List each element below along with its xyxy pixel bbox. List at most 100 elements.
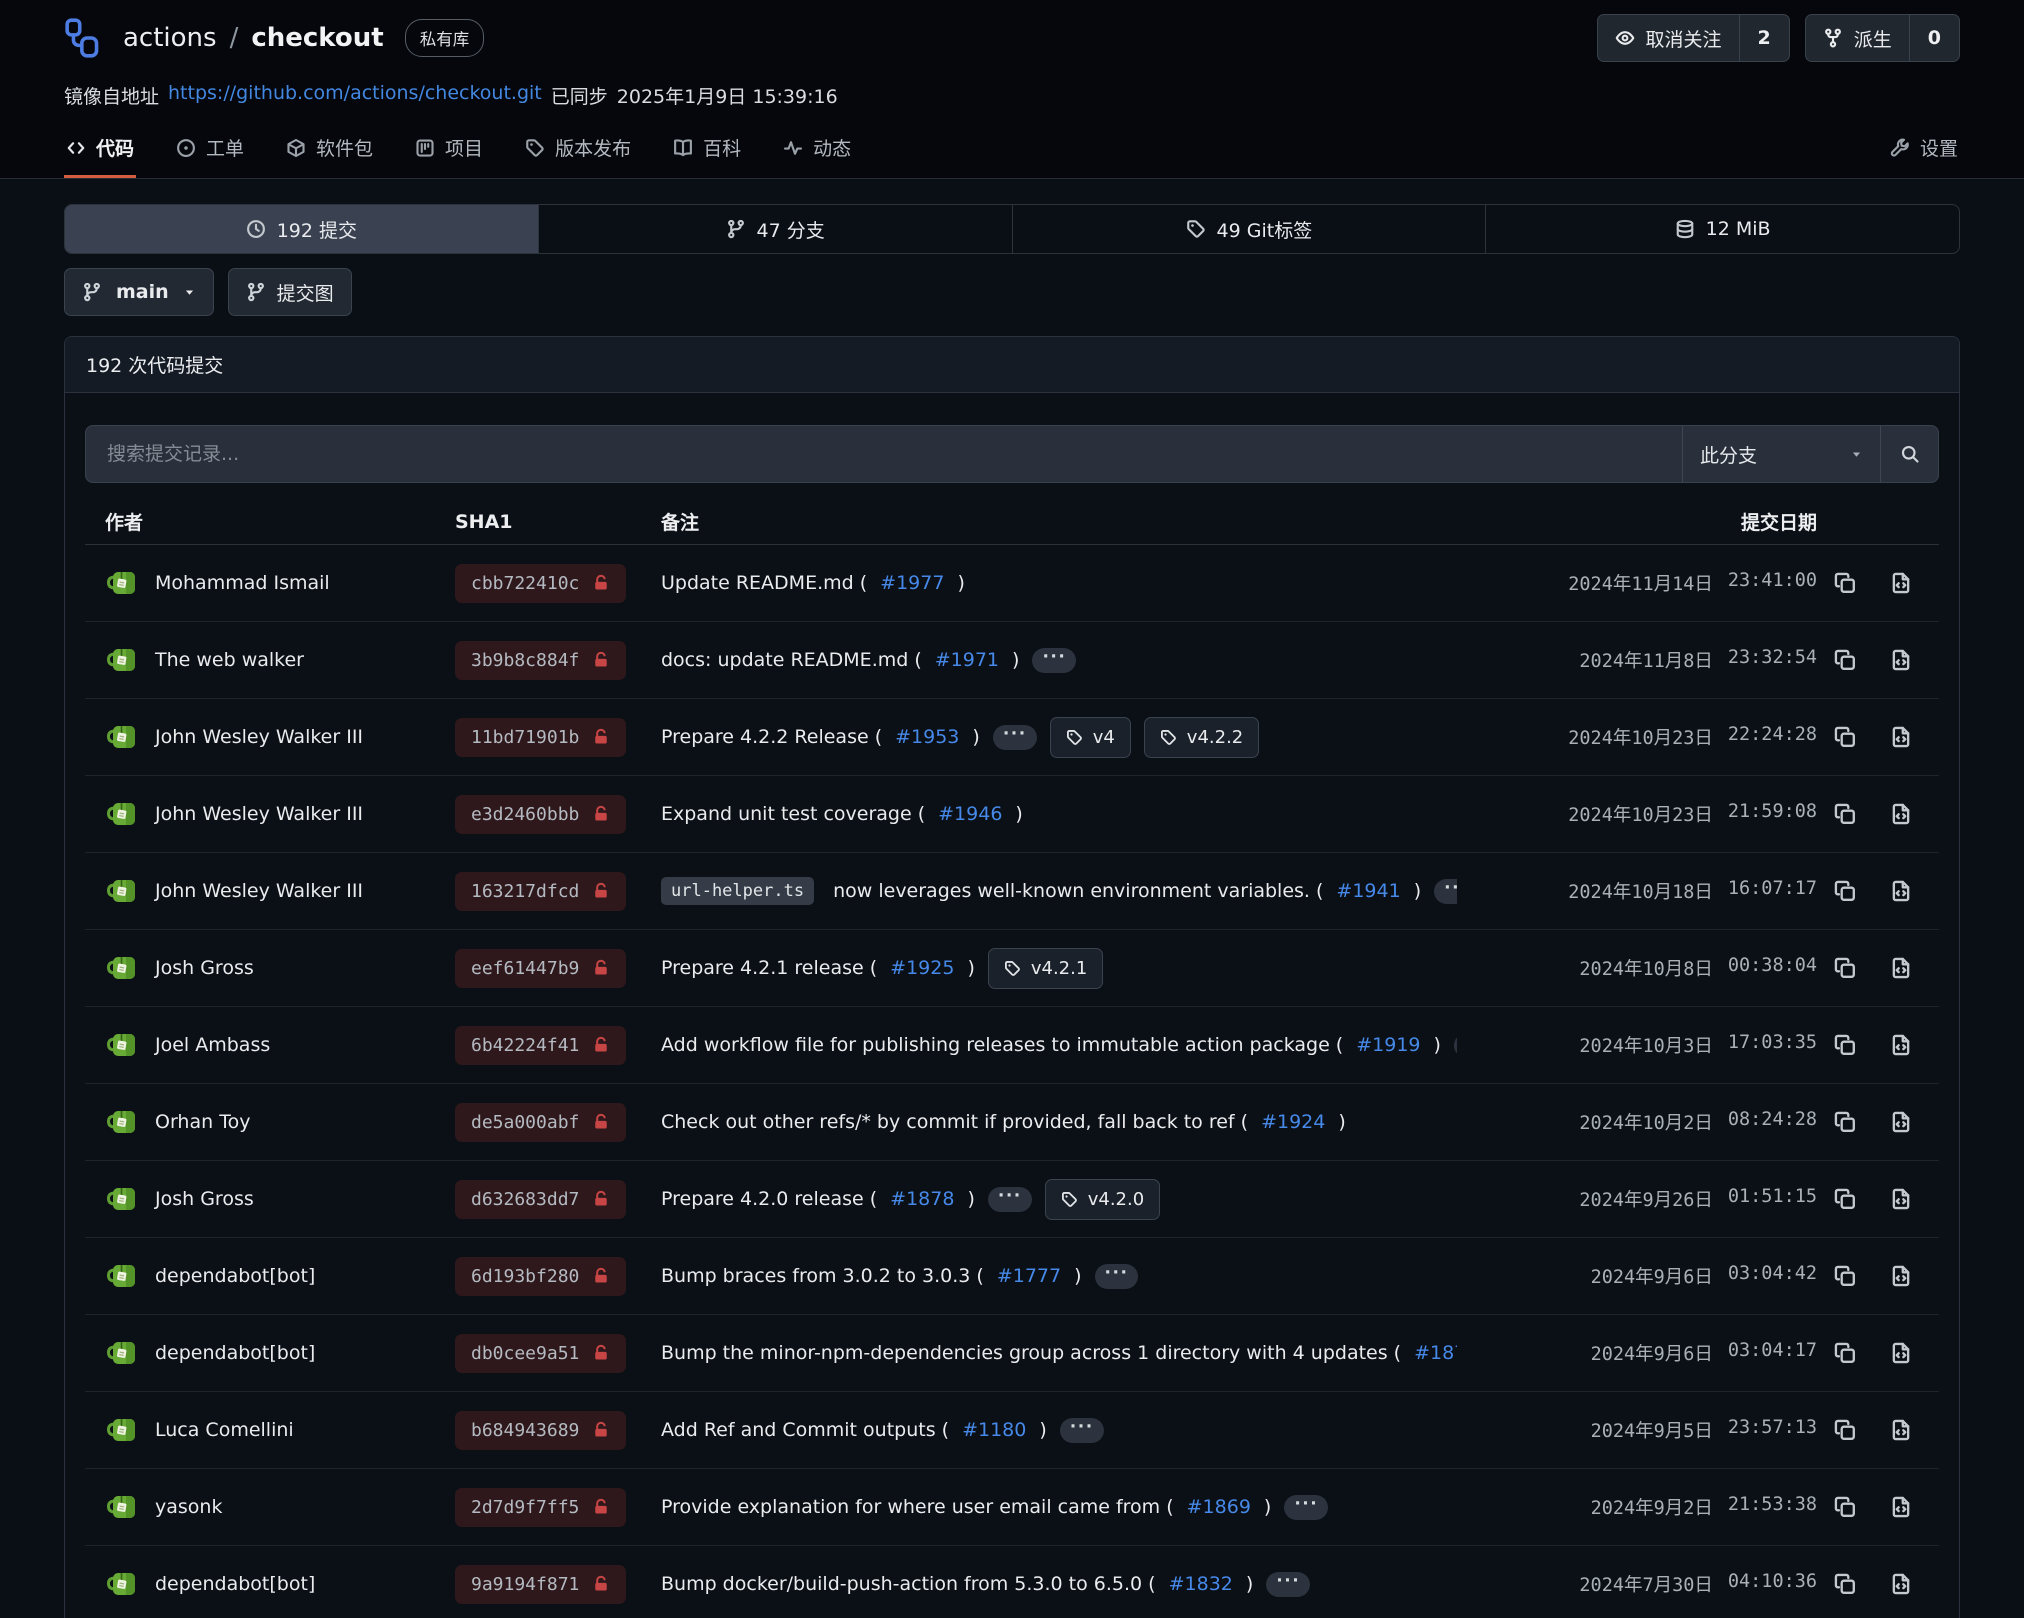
- expand-commit-button[interactable]: ···: [1032, 648, 1076, 673]
- expand-commit-button[interactable]: ···: [1434, 879, 1457, 904]
- issue-link[interactable]: #1878: [890, 1188, 954, 1210]
- issue-link[interactable]: #1869: [1187, 1496, 1251, 1518]
- site-logo-icon[interactable]: [64, 17, 100, 59]
- copy-sha-button[interactable]: [1834, 1265, 1856, 1287]
- commit-sha-link[interactable]: 2d7d9f7ff5: [455, 1488, 626, 1527]
- expand-commit-button[interactable]: ···: [1060, 1418, 1104, 1443]
- browse-source-button[interactable]: [1890, 1265, 1912, 1287]
- browse-source-button[interactable]: [1890, 880, 1912, 902]
- browse-source-button[interactable]: [1890, 1419, 1912, 1441]
- commit-search-input[interactable]: [86, 426, 1682, 482]
- tab-settings[interactable]: 设置: [1888, 119, 1960, 178]
- mirror-url-link[interactable]: https://github.com/actions/checkout.git: [168, 82, 542, 109]
- expand-commit-button[interactable]: ···: [993, 725, 1037, 750]
- repo-name-link[interactable]: checkout: [251, 23, 383, 53]
- browse-source-button[interactable]: [1890, 957, 1912, 979]
- browse-source-button[interactable]: [1890, 1573, 1912, 1595]
- watchers-count[interactable]: 2: [1739, 15, 1789, 61]
- tab-activity[interactable]: 动态: [781, 119, 853, 178]
- browse-source-button[interactable]: [1890, 1188, 1912, 1210]
- expand-commit-button[interactable]: ···: [1095, 1264, 1139, 1289]
- commit-sha-link[interactable]: 11bd71901b: [455, 718, 626, 757]
- copy-icon: [1834, 1034, 1856, 1056]
- copy-sha-button[interactable]: [1834, 1342, 1856, 1364]
- branch-scope-select[interactable]: 此分支: [1682, 426, 1880, 482]
- issue-link[interactable]: #1946: [938, 803, 1002, 825]
- browse-source-button[interactable]: [1890, 1342, 1912, 1364]
- issue-link[interactable]: #1953: [895, 726, 959, 748]
- copy-sha-button[interactable]: [1834, 1188, 1856, 1210]
- commit-sha-link[interactable]: 6b42224f41: [455, 1026, 626, 1065]
- browse-source-button[interactable]: [1890, 803, 1912, 825]
- commit-sha-link[interactable]: de5a000abf: [455, 1103, 626, 1142]
- commits-panel-title: 192 次代码提交: [65, 337, 1959, 393]
- tab-code[interactable]: 代码: [64, 119, 136, 178]
- issue-link[interactable]: #1872: [1414, 1342, 1457, 1364]
- commit-sha-link[interactable]: b684943689: [455, 1411, 626, 1450]
- issue-link[interactable]: #1832: [1169, 1573, 1233, 1595]
- search-button[interactable]: [1880, 426, 1938, 482]
- commit-sha-link[interactable]: cbb722410c: [455, 564, 626, 603]
- issue-link[interactable]: #1924: [1261, 1111, 1325, 1133]
- tab-wiki[interactable]: 百科: [671, 119, 743, 178]
- issue-link[interactable]: #1971: [935, 649, 999, 671]
- commit-sha-link[interactable]: 3b9b8c884f: [455, 641, 626, 680]
- copy-sha-button[interactable]: [1834, 1419, 1856, 1441]
- copy-sha-button[interactable]: [1834, 1496, 1856, 1518]
- expand-commit-button[interactable]: ···: [988, 1187, 1032, 1212]
- copy-sha-button[interactable]: [1834, 1034, 1856, 1056]
- stat-branches[interactable]: 47 分支: [538, 205, 1012, 253]
- issue-link[interactable]: #1919: [1356, 1034, 1420, 1056]
- expand-commit-button[interactable]: ···: [1284, 1495, 1328, 1520]
- tag-chip[interactable]: v4.2.1: [988, 948, 1103, 989]
- tab-issues[interactable]: 工单: [174, 119, 246, 178]
- issue-link[interactable]: #1941: [1336, 880, 1400, 902]
- tag-chip[interactable]: v4: [1050, 717, 1131, 758]
- issue-link[interactable]: #1977: [880, 572, 944, 594]
- commit-sha-link[interactable]: eef61447b9: [455, 949, 626, 988]
- copy-sha-button[interactable]: [1834, 726, 1856, 748]
- tab-packages[interactable]: 软件包: [284, 119, 375, 178]
- stat-tags[interactable]: 49 Git标签: [1012, 205, 1486, 253]
- tab-releases[interactable]: 版本发布: [523, 119, 633, 178]
- repo-owner-link[interactable]: actions: [123, 23, 217, 53]
- fork-button[interactable]: 派生 0: [1805, 14, 1960, 62]
- branch-selector[interactable]: main: [64, 268, 214, 316]
- commit-sha-link[interactable]: e3d2460bbb: [455, 795, 626, 834]
- copy-sha-button[interactable]: [1834, 880, 1856, 902]
- expand-commit-button[interactable]: ···: [1266, 1572, 1310, 1597]
- commit-sha-link[interactable]: 9a9194f871: [455, 1565, 626, 1604]
- tag-chip[interactable]: v4.2.2: [1144, 717, 1259, 758]
- browse-source-button[interactable]: [1890, 726, 1912, 748]
- commit-sha-link[interactable]: 163217dfcd: [455, 872, 626, 911]
- issue-link[interactable]: #1777: [997, 1265, 1061, 1287]
- copy-icon: [1834, 649, 1856, 671]
- stat-size[interactable]: 12 MiB: [1485, 205, 1959, 253]
- unwatch-button[interactable]: 取消关注 2: [1597, 14, 1790, 62]
- copy-sha-button[interactable]: [1834, 957, 1856, 979]
- commit-graph-button[interactable]: 提交图: [228, 268, 352, 316]
- browse-source-button[interactable]: [1890, 1034, 1912, 1056]
- eye-icon: [1615, 28, 1635, 48]
- copy-sha-button[interactable]: [1834, 649, 1856, 671]
- mirror-prefix: 镜像自地址: [64, 82, 159, 109]
- copy-sha-button[interactable]: [1834, 1573, 1856, 1595]
- commit-date: 2024年10月18日 16:07:17: [1457, 878, 1817, 904]
- commit-sha-link[interactable]: 6d193bf280: [455, 1257, 626, 1296]
- browse-source-button[interactable]: [1890, 1496, 1912, 1518]
- copy-sha-button[interactable]: [1834, 803, 1856, 825]
- browse-source-button[interactable]: [1890, 649, 1912, 671]
- tab-projects[interactable]: 项目: [413, 119, 485, 178]
- issue-link[interactable]: #1925: [890, 957, 954, 979]
- copy-sha-button[interactable]: [1834, 572, 1856, 594]
- tag-chip[interactable]: v4.2.0: [1045, 1179, 1160, 1220]
- wiki-icon: [673, 138, 693, 158]
- browse-source-button[interactable]: [1890, 1111, 1912, 1133]
- forks-count[interactable]: 0: [1909, 15, 1959, 61]
- commit-sha-link[interactable]: d632683dd7: [455, 1180, 626, 1219]
- issue-link[interactable]: #1180: [962, 1419, 1026, 1441]
- copy-sha-button[interactable]: [1834, 1111, 1856, 1133]
- browse-source-button[interactable]: [1890, 572, 1912, 594]
- stat-commits[interactable]: 192 提交: [65, 205, 538, 253]
- commit-sha-link[interactable]: db0cee9a51: [455, 1334, 626, 1373]
